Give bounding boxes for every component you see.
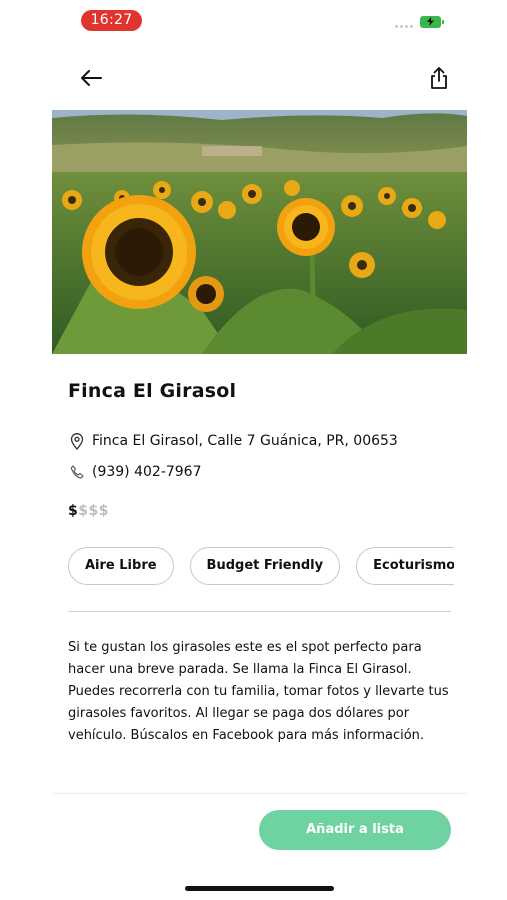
share-icon bbox=[431, 67, 447, 89]
phone-icon bbox=[68, 463, 86, 481]
location-pin-icon bbox=[68, 432, 86, 450]
footer-divider bbox=[52, 793, 467, 794]
share-button[interactable] bbox=[426, 63, 452, 93]
address-row: Finca El Girasol, Calle 7 Guánica, PR, 0… bbox=[68, 432, 398, 450]
back-button[interactable] bbox=[76, 64, 106, 92]
address-text[interactable]: Finca El Girasol, Calle 7 Guánica, PR, 0… bbox=[92, 433, 398, 449]
phone-text[interactable]: (939) 402-7967 bbox=[92, 464, 202, 480]
place-title: Finca El Girasol bbox=[68, 380, 237, 402]
status-time: 16:27 bbox=[81, 10, 142, 31]
price-active: $ bbox=[68, 503, 79, 519]
battery-icon bbox=[420, 16, 444, 28]
price-level: $$$$ bbox=[68, 503, 109, 519]
tag-budget-friendly[interactable]: Budget Friendly bbox=[189, 547, 341, 585]
hero-photo bbox=[52, 110, 467, 354]
home-indicator[interactable] bbox=[185, 886, 334, 891]
phone-row: (939) 402-7967 bbox=[68, 463, 202, 481]
tag-ecoturismo[interactable]: Ecoturismo bbox=[356, 547, 454, 585]
arrow-left-icon bbox=[81, 70, 102, 86]
divider bbox=[68, 611, 451, 612]
tag-list[interactable]: Aire Libre Budget Friendly Ecoturismo bbox=[68, 547, 454, 589]
signal-icon bbox=[395, 25, 413, 28]
tag-aire-libre[interactable]: Aire Libre bbox=[68, 547, 174, 585]
add-to-list-button[interactable]: Añadir a lista bbox=[259, 810, 451, 850]
price-inactive: $$$ bbox=[78, 503, 109, 519]
place-description: Si te gustan los girasoles este es el sp… bbox=[68, 640, 449, 743]
